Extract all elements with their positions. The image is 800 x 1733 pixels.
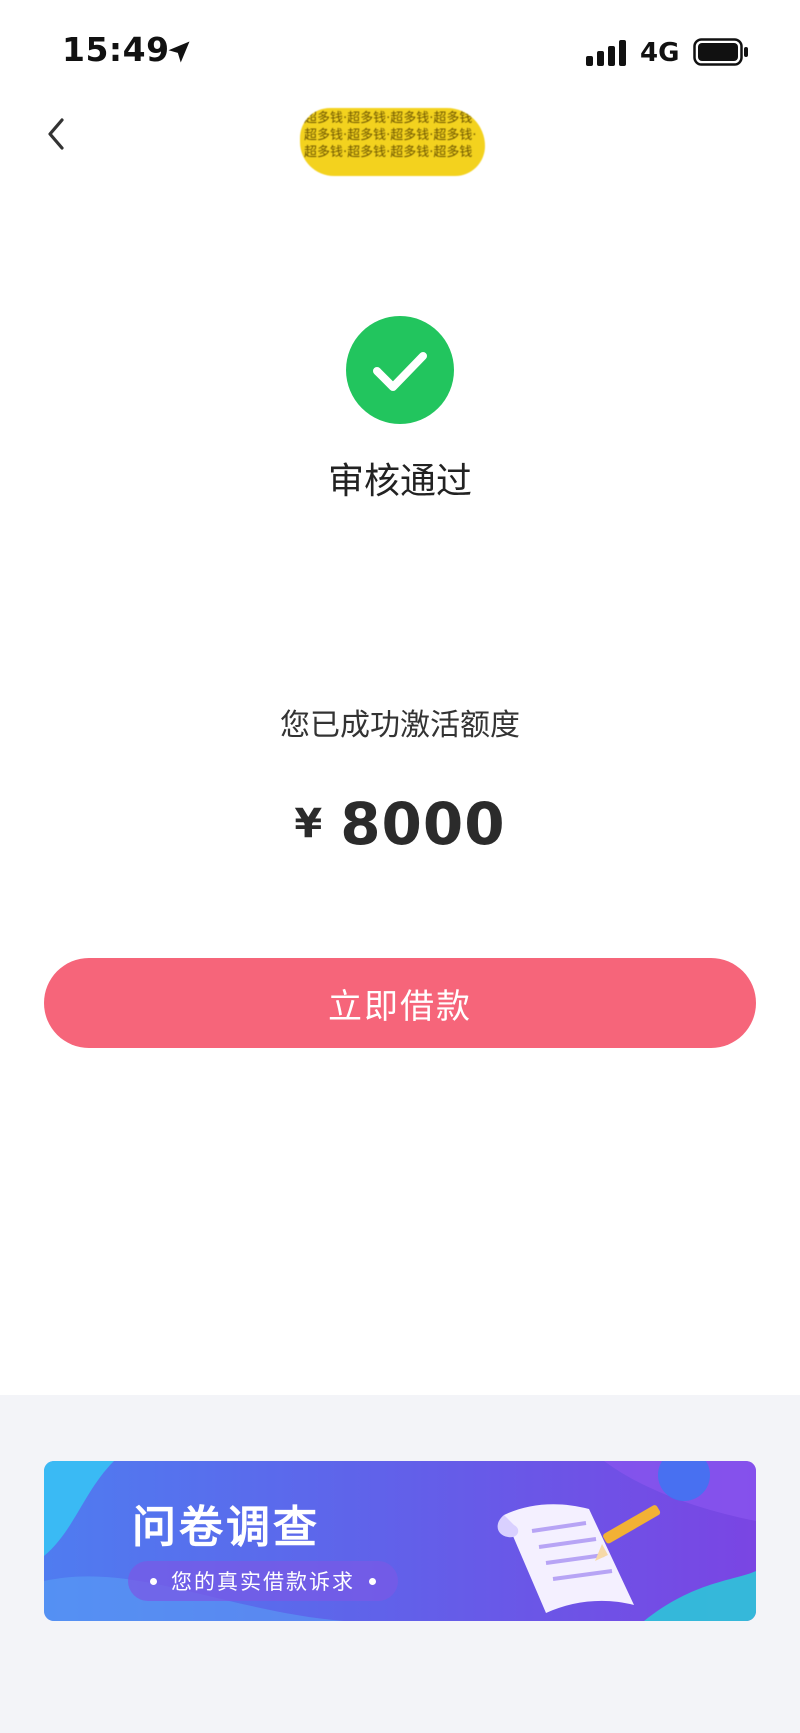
pill-dot-left xyxy=(150,1577,157,1585)
check-circle-icon xyxy=(346,316,454,424)
battery-icon xyxy=(693,38,748,66)
banner-title: 问卷调查 xyxy=(132,1502,320,1553)
amount-value: 8000 xyxy=(340,790,506,858)
status-time: 15:49 xyxy=(62,30,170,69)
activation-subtitle: 您已成功激活额度 xyxy=(280,708,520,743)
credit-amount: ¥8000 xyxy=(0,790,800,858)
survey-banner[interactable]: 问卷调查 您的真实借款诉求 xyxy=(44,1461,756,1621)
chevron-left-icon[interactable] xyxy=(40,114,72,154)
result-title: 审核通过 xyxy=(327,461,472,502)
currency-symbol: ¥ xyxy=(294,801,323,847)
redacted-title-text: 超多钱·超多钱·超多钱·超多钱·超多钱·超多钱·超多钱·超多钱·超多钱·超多钱·… xyxy=(304,111,477,160)
pill-dot-right xyxy=(369,1577,376,1585)
redacted-title: 超多钱·超多钱·超多钱·超多钱·超多钱·超多钱·超多钱·超多钱·超多钱·超多钱·… xyxy=(300,108,485,176)
bottom-area: 问卷调查 您的真实借款诉求 xyxy=(0,1395,800,1733)
nav-bar: 超多钱·超多钱·超多钱·超多钱·超多钱·超多钱·超多钱·超多钱·超多钱·超多钱·… xyxy=(0,100,800,190)
network-type: 4G xyxy=(640,38,680,68)
banner-subtitle-pill: 您的真实借款诉求 xyxy=(128,1561,398,1601)
cellular-signal-icon xyxy=(586,40,626,66)
location-arrow-icon xyxy=(168,41,190,63)
paper-scroll-pencil-icon xyxy=(497,1504,661,1613)
borrow-now-button[interactable]: 立即借款 xyxy=(44,958,756,1048)
status-bar: 15:49 4G xyxy=(0,0,800,100)
banner-subtitle: 您的真实借款诉求 xyxy=(171,1570,355,1594)
